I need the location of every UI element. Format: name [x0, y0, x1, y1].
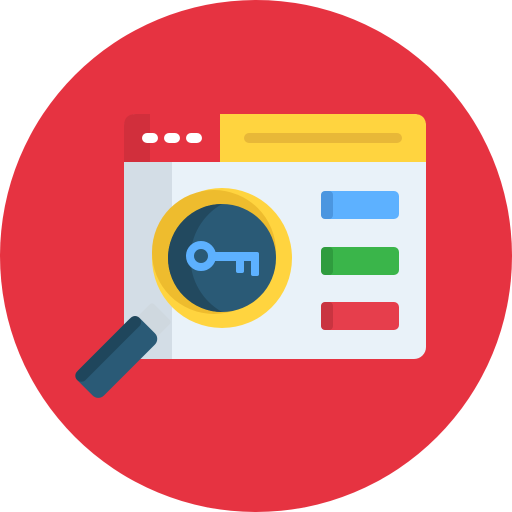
- address-bar: [244, 133, 402, 143]
- bar-red-shade: [321, 302, 333, 330]
- bar-blue-shade: [321, 191, 333, 219]
- bar-green-shade: [321, 247, 333, 275]
- window-dots: [142, 133, 202, 143]
- content-bars: [321, 191, 399, 330]
- keyword-search-icon: [0, 0, 512, 512]
- icon-svg: [0, 0, 512, 512]
- window-dot-icon: [164, 133, 180, 143]
- window-dot-icon: [186, 133, 202, 143]
- window-dot-icon: [142, 133, 158, 143]
